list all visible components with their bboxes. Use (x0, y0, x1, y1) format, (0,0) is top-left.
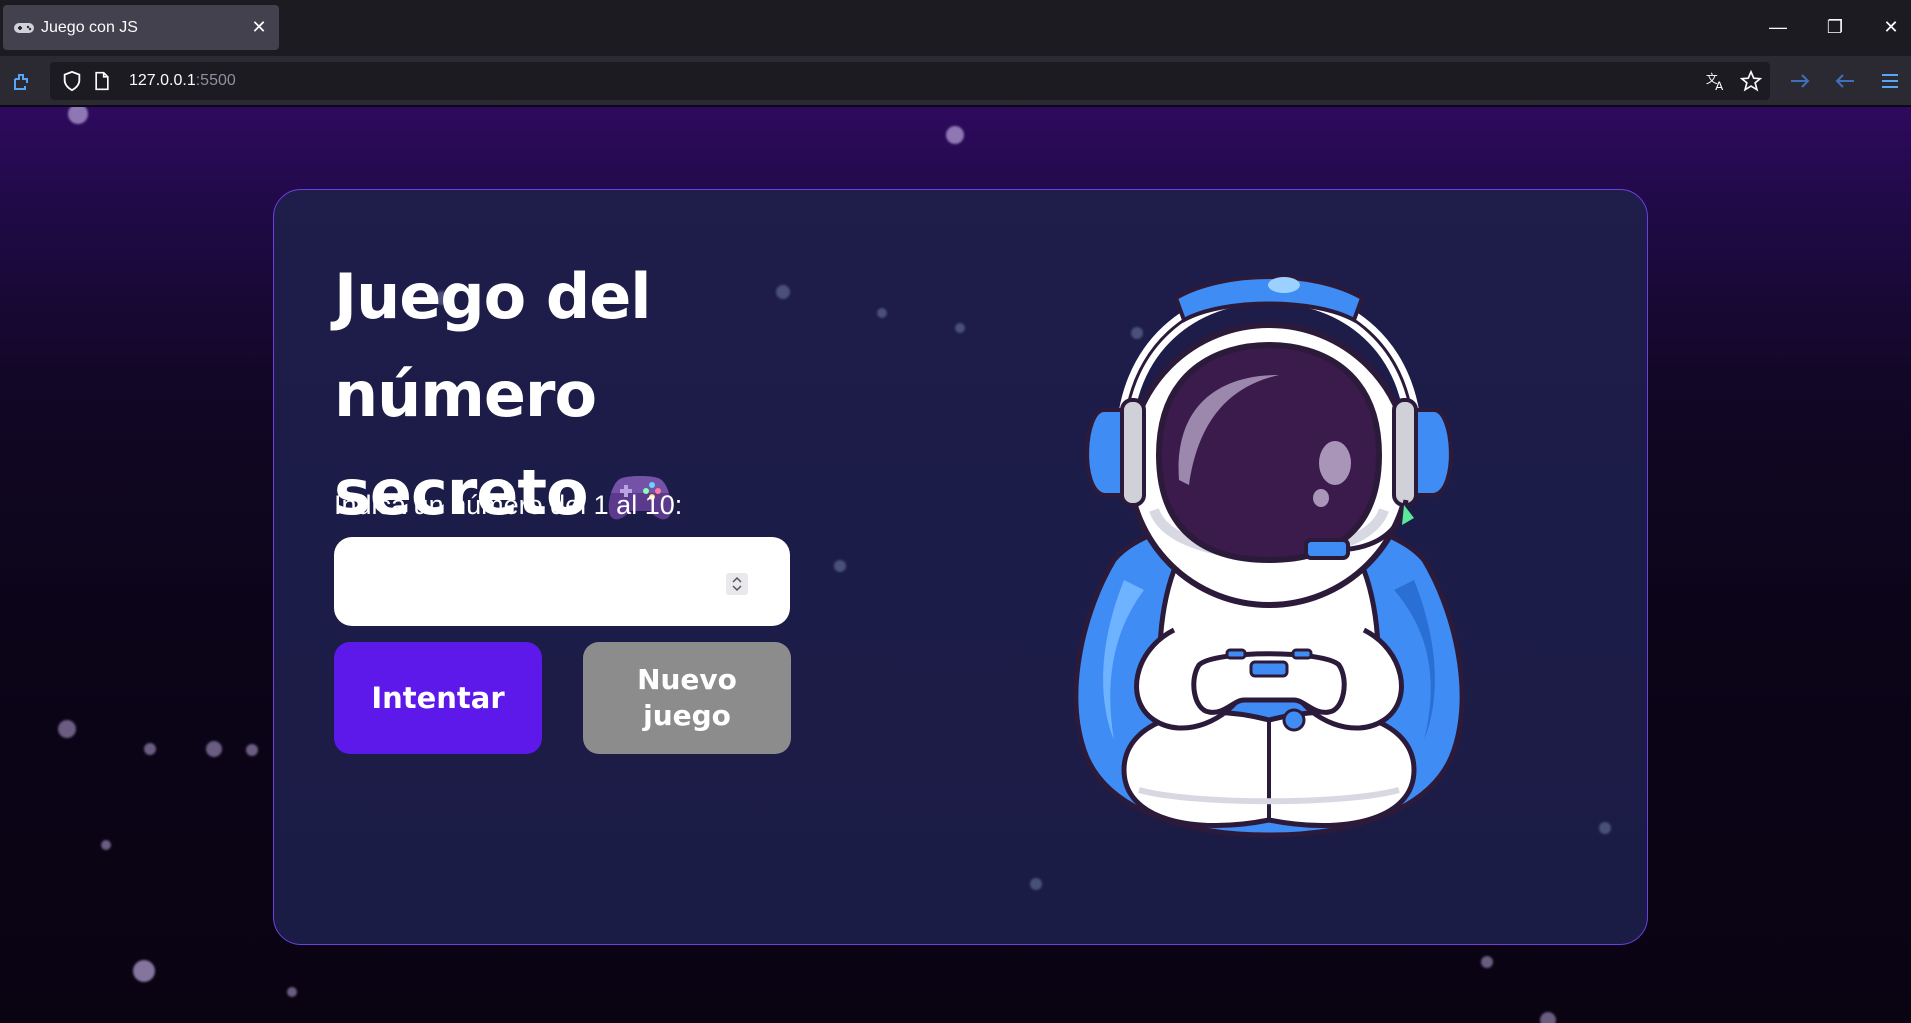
back-arrow-icon[interactable] (1833, 69, 1857, 93)
tab-close-icon[interactable]: ✕ (249, 17, 269, 38)
browser-titlebar: Juego con JS ✕ — ❐ ✕ (0, 0, 1911, 56)
background-star (246, 744, 258, 756)
title-line-1: Juego del (334, 260, 652, 333)
number-prompt: Indica un número del 1 al 10: (334, 490, 683, 520)
background-star (144, 743, 156, 755)
try-button[interactable]: Intentar (334, 642, 542, 754)
background-star (68, 107, 88, 124)
background-star (101, 840, 111, 850)
url-text[interactable]: 127.0.0.1:5500 (129, 72, 236, 90)
url-port: :5500 (195, 72, 236, 89)
bookmark-star-icon[interactable] (1740, 70, 1762, 92)
number-input[interactable] (334, 537, 790, 626)
background-star (1540, 1012, 1556, 1023)
card-star (834, 560, 846, 572)
extensions-icon[interactable] (10, 69, 34, 93)
card-star (877, 308, 887, 318)
background-star (58, 720, 76, 738)
astronaut-gamer-illustration (1073, 275, 1465, 838)
translate-icon[interactable]: 文 A (1705, 70, 1727, 92)
card-star (1599, 822, 1611, 834)
number-spinner[interactable] (726, 573, 748, 595)
browser-tab[interactable]: Juego con JS ✕ (3, 5, 279, 50)
url-bar[interactable]: 127.0.0.1:5500 文 A (50, 62, 1770, 100)
card-star (1030, 878, 1042, 890)
tab-title: Juego con JS (41, 18, 138, 36)
background-star (946, 126, 964, 144)
menu-icon[interactable] (1878, 69, 1902, 93)
spinner-arrows-icon (732, 576, 742, 592)
page-background: Juego del número secreto Indica un númer… (0, 107, 1911, 1023)
minimize-icon[interactable]: — (1763, 12, 1793, 42)
gamepad-tab-icon (14, 22, 34, 33)
background-star (1481, 956, 1493, 968)
svg-text:A: A (1715, 79, 1724, 92)
background-star (206, 741, 222, 757)
restore-icon[interactable]: ❐ (1820, 12, 1850, 42)
game-card: Juego del número secreto Indica un númer… (273, 189, 1648, 945)
url-host: 127.0.0.1 (129, 72, 196, 89)
forward-arrow-icon[interactable] (1788, 69, 1812, 93)
close-window-icon[interactable]: ✕ (1876, 12, 1906, 42)
page-info-icon[interactable] (92, 71, 112, 91)
browser-navbar: 127.0.0.1:5500 文 A (0, 56, 1911, 106)
shield-icon[interactable] (61, 70, 83, 92)
card-star (955, 323, 965, 333)
title-line-2: número (334, 358, 597, 431)
background-star (133, 960, 155, 982)
new-game-button[interactable]: Nuevo juego (583, 642, 791, 754)
background-star (287, 987, 297, 997)
